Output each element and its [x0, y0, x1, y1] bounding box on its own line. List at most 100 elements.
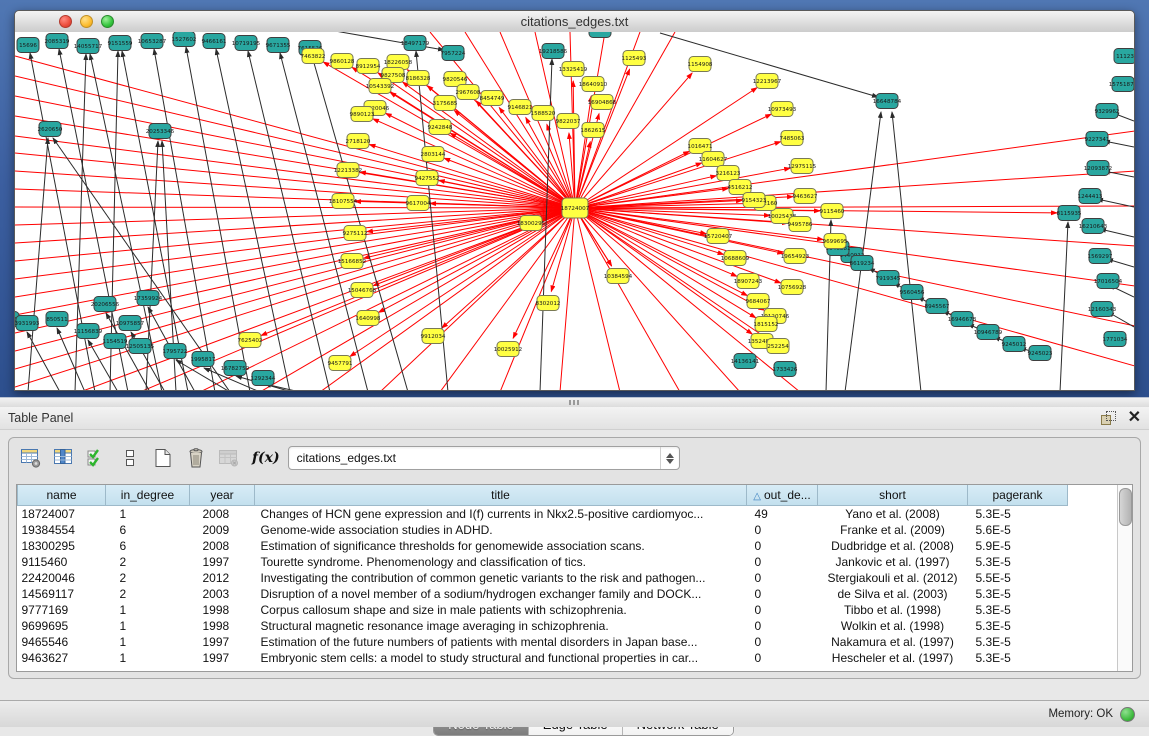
- graph-node[interactable]: 252254: [767, 339, 789, 354]
- graph-node[interactable]: 18107554: [329, 194, 358, 209]
- graph-edge[interactable]: [1060, 222, 1068, 390]
- graph-node[interactable]: 3216123: [716, 166, 741, 181]
- graph-node[interactable]: 2967608: [456, 85, 481, 100]
- zoom-window-button[interactable]: [101, 15, 114, 28]
- graph-edge[interactable]: [369, 145, 575, 208]
- graph-node[interactable]: 15720407: [704, 229, 733, 244]
- graph-node[interactable]: 9329962: [1095, 104, 1120, 119]
- graph-node[interactable]: 8619234: [850, 256, 875, 271]
- table-selector-dropdown[interactable]: citations_edges.txt: [288, 446, 680, 470]
- graph-node[interactable]: 2803144: [421, 147, 446, 162]
- memory-status-indicator-icon[interactable]: [1120, 707, 1135, 722]
- table-row[interactable]: 911546021997Tourette syndrome. Phenomeno…: [18, 554, 1118, 570]
- graph-node[interactable]: 2620650: [38, 122, 63, 137]
- graph-node[interactable]: 16648784: [873, 94, 902, 109]
- graph-node[interactable]: 20253346: [146, 124, 175, 139]
- graph-node[interactable]: 10384594: [604, 269, 633, 284]
- graph-edge[interactable]: [892, 112, 921, 390]
- graph-node[interactable]: 12213967: [753, 74, 782, 89]
- table-row[interactable]: 1938455462009Genome-wide association stu…: [18, 522, 1118, 538]
- table-scrollbar[interactable]: [1117, 485, 1132, 671]
- graph-edge[interactable]: [575, 208, 781, 283]
- graph-edge[interactable]: [15, 208, 575, 333]
- graph-node[interactable]: 1154519: [103, 334, 128, 349]
- graph-node[interactable]: 9699695: [823, 234, 848, 249]
- graph-node[interactable]: 10653287: [138, 34, 167, 49]
- graph-node[interactable]: 1640998: [356, 311, 381, 326]
- graph-node[interactable]: 7957224: [441, 46, 466, 61]
- scrollbar-thumb[interactable]: [1119, 488, 1132, 526]
- graph-node[interactable]: 10025912: [494, 342, 522, 357]
- network-view-window[interactable]: citations_edges.txt 15696208531914055717…: [14, 10, 1135, 391]
- graph-node[interactable]: 9495786: [788, 217, 813, 232]
- float-panel-icon[interactable]: [1101, 411, 1116, 425]
- graph-node[interactable]: 8413054: [588, 32, 613, 38]
- graph-node[interactable]: 850511: [46, 312, 68, 327]
- minimize-window-button[interactable]: [80, 15, 93, 28]
- graph-node[interactable]: 9684067: [746, 294, 771, 309]
- new-column-icon[interactable]: [149, 444, 177, 472]
- graph-node[interactable]: 9275112: [343, 226, 368, 241]
- graph-node[interactable]: 8186328: [406, 71, 431, 86]
- graph-node[interactable]: 16210643: [1079, 219, 1108, 234]
- table-row[interactable]: 977716911998Corpus callosum shape and si…: [18, 602, 1118, 618]
- graph-edge[interactable]: [547, 124, 575, 208]
- graph-node[interactable]: 9890123: [350, 107, 375, 122]
- table-row[interactable]: 1872400712008Changes of HCN gene express…: [18, 506, 1118, 523]
- graph-node[interactable]: 9227341: [1085, 132, 1110, 147]
- graph-edge[interactable]: [15, 208, 575, 243]
- graph-node[interactable]: 11604627: [699, 152, 728, 167]
- graph-node[interactable]: 13325419: [559, 62, 588, 77]
- graph-node[interactable]: 16782759: [221, 361, 250, 376]
- graph-edge[interactable]: [575, 171, 1134, 208]
- table-row[interactable]: 946554611997Estimation of the future num…: [18, 634, 1118, 650]
- graph-node[interactable]: 9457791: [328, 356, 353, 371]
- graph-node[interactable]: 15751874: [1109, 77, 1134, 92]
- graph-edge[interactable]: [15, 56, 575, 208]
- graph-node[interactable]: 18300295: [517, 216, 546, 231]
- graph-node[interactable]: 7919345: [876, 271, 901, 286]
- network-canvas[interactable]: 1569620853191405571791515591065328715276…: [15, 32, 1134, 390]
- graph-node[interactable]: 12505135: [126, 339, 155, 354]
- graph-node[interactable]: 18640910: [579, 77, 608, 92]
- table-row[interactable]: 1456911722003Disruption of a novel membe…: [18, 586, 1118, 602]
- select-all-icon[interactable]: [83, 444, 111, 472]
- graph-node[interactable]: 16904868: [588, 95, 617, 110]
- graph-node[interactable]: 15696: [17, 38, 39, 53]
- graph-node[interactable]: 7625402: [238, 333, 263, 348]
- table-row[interactable]: 1830029562008Estimation of significance …: [18, 538, 1118, 554]
- graph-node[interactable]: 1995817: [191, 352, 216, 367]
- graph-node[interactable]: 15046768: [348, 283, 377, 298]
- graph-node[interactable]: 9671355: [266, 38, 291, 53]
- window-titlebar[interactable]: citations_edges.txt: [15, 11, 1134, 33]
- graph-node[interactable]: 14055717: [74, 39, 103, 54]
- graph-node[interactable]: 8912954: [356, 59, 381, 74]
- graph-node[interactable]: 10756928: [778, 280, 807, 295]
- graph-node[interactable]: 12213382: [334, 163, 362, 178]
- graph-node[interactable]: 8945567: [925, 299, 950, 314]
- graph-node[interactable]: 9617004: [406, 196, 431, 211]
- graph-node[interactable]: 1862615: [581, 123, 606, 138]
- graph-node[interactable]: 9560456: [900, 285, 925, 300]
- graph-node[interactable]: 8454749: [480, 91, 505, 106]
- graph-node[interactable]: 18497179: [401, 36, 430, 51]
- graph-edge[interactable]: [575, 131, 1134, 208]
- graph-edge[interactable]: [15, 208, 575, 225]
- graph-node[interactable]: 17016504: [1094, 274, 1123, 289]
- graph-node[interactable]: 9146821: [508, 100, 533, 115]
- graph-edge[interactable]: [15, 207, 575, 208]
- close-panel-icon[interactable]: ✕: [1128, 411, 1141, 425]
- graph-node[interactable]: 14136141: [731, 354, 760, 369]
- graph-node[interactable]: 11123: [1114, 49, 1134, 64]
- graph-node[interactable]: 19654923: [781, 249, 810, 264]
- table-row[interactable]: 969969511998Structural magnetic resonanc…: [18, 618, 1118, 634]
- graph-node[interactable]: 9245012: [1002, 337, 1027, 352]
- delete-column-icon[interactable]: [182, 444, 210, 472]
- graph-node[interactable]: 1588520: [531, 106, 556, 121]
- dropdown-spinner-icon[interactable]: [660, 447, 679, 469]
- function-builder-button[interactable]: f(x): [252, 450, 280, 466]
- graph-node[interactable]: 9151559: [108, 36, 133, 51]
- column-header-year[interactable]: year: [190, 485, 255, 506]
- graph-node[interactable]: 12975115: [788, 159, 817, 174]
- graph-node[interactable]: 9154323: [742, 193, 767, 208]
